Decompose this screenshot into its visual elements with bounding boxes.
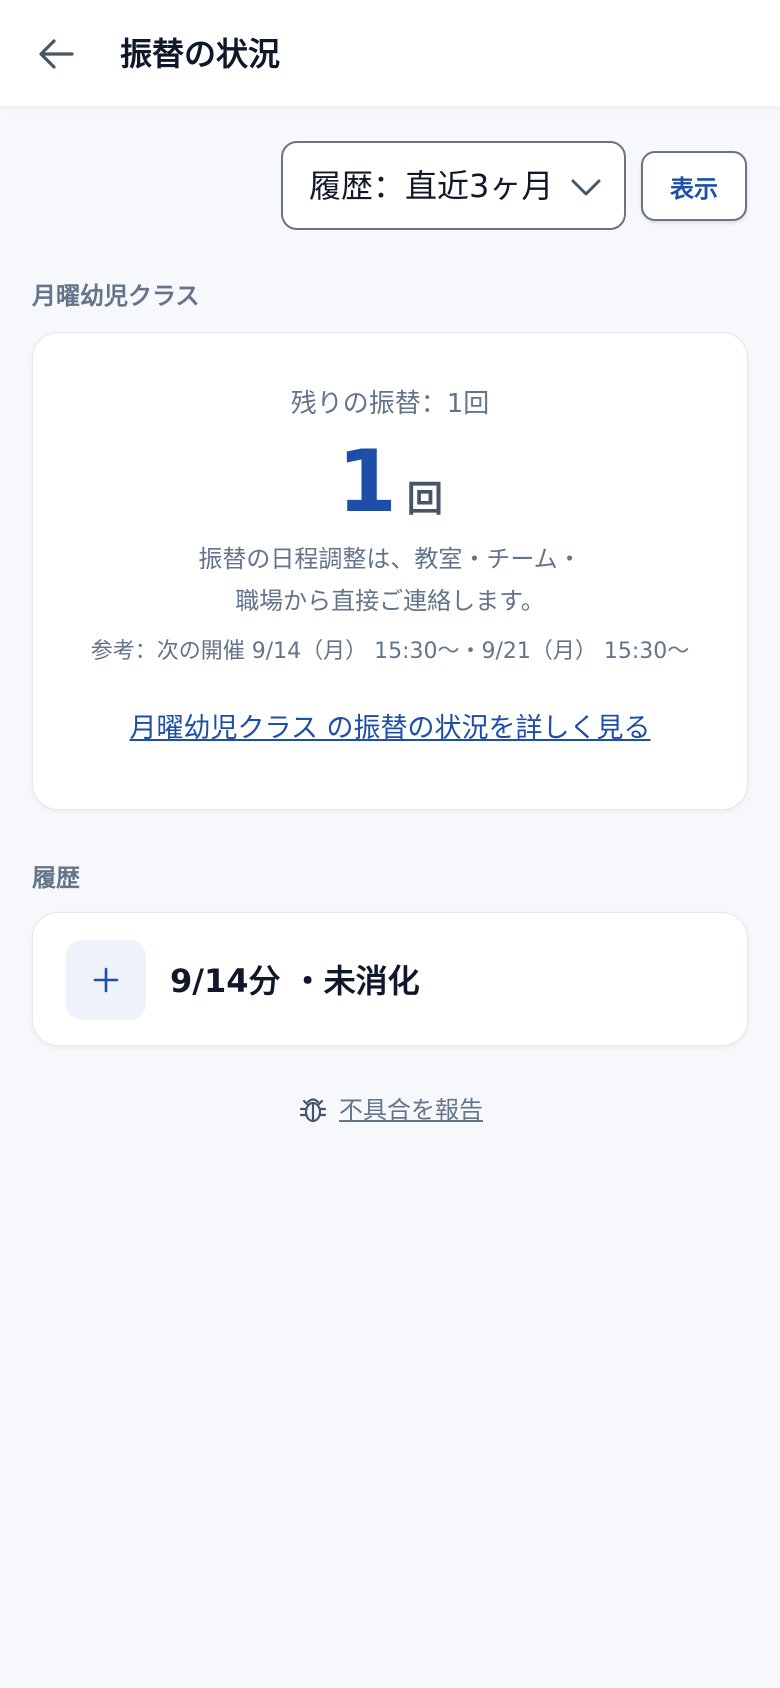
history-item-title: 9/14分 ・未消化 <box>170 962 420 1000</box>
class-section-label: 月曜幼児クラス <box>32 282 200 310</box>
show-button[interactable]: 表示 <box>641 151 747 221</box>
remaining-count-unit: 回 <box>406 479 443 520</box>
bug-icon <box>299 1098 327 1123</box>
schedule-note-line2: 職場から直接ご連絡します。 <box>235 587 545 615</box>
arrow-left-icon <box>39 39 74 69</box>
remaining-makeup-label: 残りの振替：1回 <box>290 389 490 419</box>
schedule-note-line1: 振替の日程調整は、教室・チーム・ <box>198 545 582 573</box>
report-bug: 不具合を報告 <box>0 1093 780 1127</box>
period-select-value: 履歴：直近3ヶ月 <box>309 167 554 205</box>
remaining-count-number: 1 <box>337 432 397 532</box>
plus-icon <box>93 967 119 993</box>
page-title: 振替の状況 <box>120 35 281 73</box>
back-button[interactable] <box>28 26 84 82</box>
next-schedule-text: 参考：次の開催 9/14（月） 15:30〜・9/21（月） 15:30〜 <box>90 639 690 664</box>
history-expand-button[interactable] <box>66 940 146 1020</box>
report-bug-link[interactable]: 不具合を報告 <box>339 1093 483 1127</box>
remaining-count: 1 回 <box>0 432 780 532</box>
period-select[interactable]: 履歴：直近3ヶ月 <box>281 141 626 230</box>
makeup-detail-link[interactable]: 月曜幼児クラス の振替の状況を詳しく見る <box>0 710 780 748</box>
history-section-label: 履歴 <box>32 864 80 892</box>
app-header: 振替の状況 <box>0 0 780 106</box>
chevron-down-icon <box>571 179 601 196</box>
